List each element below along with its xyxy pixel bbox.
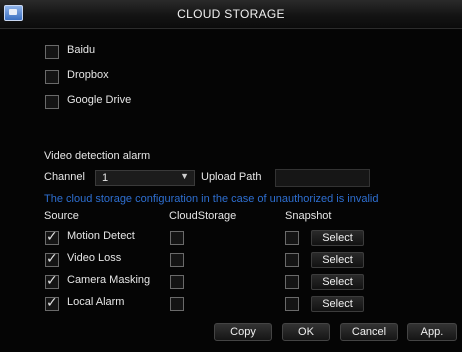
local-alarm-snapshot-checkbox[interactable] <box>285 297 299 311</box>
source-label-video-loss: Video Loss <box>67 252 122 264</box>
video-loss-checkbox[interactable] <box>45 251 59 267</box>
motion-detect-snapshot-checkbox[interactable] <box>285 231 299 245</box>
motion-detect-select-button[interactable]: Select <box>311 230 364 246</box>
camera-masking-cloud-checkbox[interactable] <box>170 275 184 289</box>
google-drive-label: Google Drive <box>67 94 132 106</box>
column-header-cloud-storage: CloudStorage <box>169 210 237 222</box>
warning-text: The cloud storage configuration in the c… <box>44 193 379 205</box>
camera-masking-checkbox[interactable] <box>45 273 59 289</box>
source-label-camera-masking: Camera Masking <box>67 274 151 286</box>
source-label-motion-detect: Motion Detect <box>67 230 135 242</box>
video-loss-snapshot-checkbox[interactable] <box>285 253 299 267</box>
window-title: CLOUD STORAGE <box>177 7 285 21</box>
channel-label: Channel <box>44 171 85 183</box>
channel-value: 1 <box>102 172 109 184</box>
camera-masking-select-button[interactable]: Select <box>311 274 364 290</box>
title-bar: CLOUD STORAGE <box>0 0 462 29</box>
camera-masking-snapshot-checkbox[interactable] <box>285 275 299 289</box>
chevron-down-icon: ▼ <box>180 171 189 181</box>
video-loss-cloud-checkbox[interactable] <box>170 253 184 267</box>
apply-button[interactable]: App. <box>407 323 457 341</box>
local-alarm-select-button[interactable]: Select <box>311 296 364 312</box>
upload-path-input[interactable] <box>275 169 370 187</box>
local-alarm-checkbox[interactable] <box>45 295 59 311</box>
cancel-button[interactable]: Cancel <box>340 323 398 341</box>
column-header-snapshot: Snapshot <box>285 210 332 222</box>
channel-select[interactable]: 1 ▼ <box>95 170 195 186</box>
baidu-label: Baidu <box>67 44 96 56</box>
motion-detect-checkbox[interactable] <box>45 229 59 245</box>
motion-detect-cloud-checkbox[interactable] <box>170 231 184 245</box>
dropbox-label: Dropbox <box>67 69 109 81</box>
dropbox-checkbox[interactable] <box>45 70 59 84</box>
column-header-source: Source <box>44 210 79 222</box>
video-loss-select-button[interactable]: Select <box>311 252 364 268</box>
copy-button[interactable]: Copy <box>214 323 272 341</box>
section-title-video-alarm: Video detection alarm <box>44 150 151 162</box>
ok-button[interactable]: OK <box>282 323 330 341</box>
local-alarm-cloud-checkbox[interactable] <box>170 297 184 311</box>
google-drive-checkbox[interactable] <box>45 95 59 109</box>
upload-path-label: Upload Path <box>201 171 262 183</box>
source-label-local-alarm: Local Alarm <box>67 296 125 308</box>
baidu-checkbox[interactable] <box>45 45 59 59</box>
